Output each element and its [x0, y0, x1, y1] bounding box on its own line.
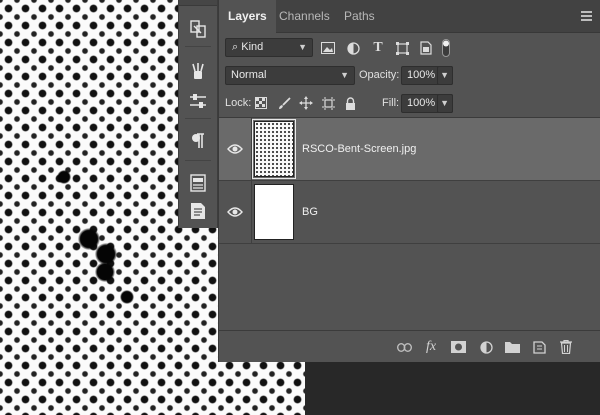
search-icon: ⌕ [232, 41, 239, 53]
lock-row: Lock: Fill: 100% ▼ [219, 90, 600, 118]
fill-value: 100% [407, 97, 436, 109]
visibility-eye-icon[interactable] [227, 206, 243, 218]
layer-name[interactable]: RSCO-Bent-Screen.jpg [302, 143, 416, 155]
image-filter-icon[interactable] [320, 40, 336, 56]
panel-menu-icon[interactable] [581, 11, 592, 21]
shape-filter-icon[interactable] [394, 40, 410, 56]
notes-icon[interactable] [187, 200, 209, 222]
panel-tab-bar: Layers Channels Paths [219, 0, 600, 34]
chevron-down-icon: ▼ [440, 98, 449, 108]
new-layer-icon[interactable] [531, 339, 547, 355]
filter-row: ⌕ Kind ▼ T [219, 36, 600, 64]
layer-thumbnail [252, 119, 296, 179]
delete-layer-icon[interactable] [558, 339, 574, 355]
opacity-value: 100% [407, 69, 436, 81]
filter-kind-label: Kind [241, 41, 264, 53]
halftone-dot [57, 170, 71, 184]
blend-row: Normal ▼ Opacity: 100% ▼ [219, 64, 600, 92]
layer-name[interactable]: BG [302, 206, 318, 218]
chevron-down-icon: ▼ [440, 70, 449, 80]
brush-presets-icon[interactable] [187, 60, 209, 82]
filter-toggle-icon[interactable] [441, 38, 451, 58]
halftone-dot [120, 290, 134, 304]
add-mask-icon[interactable] [450, 339, 466, 355]
workspace-background [305, 362, 600, 415]
swap-panels-icon[interactable] [187, 18, 209, 40]
fill-label: Fill: [382, 97, 400, 109]
opacity-label: Opacity: [359, 69, 400, 81]
lock-all-icon[interactable] [342, 95, 358, 111]
strip-grip[interactable] [179, 0, 217, 6]
tab-channels[interactable]: Channels [270, 0, 339, 33]
layers-bottom-bar: fx [219, 330, 600, 362]
chevron-down-icon: ▼ [298, 42, 307, 52]
layer-list: RSCO-Bent-Screen.jpg BG [219, 117, 600, 330]
layers-panel: Layers Channels Paths ⌕ Kind ▼ T Normal [218, 0, 600, 362]
layer-row-bg[interactable]: BG [219, 181, 600, 244]
smart-object-filter-icon[interactable] [418, 40, 434, 56]
lock-transparent-icon[interactable] [253, 95, 269, 111]
panel-tool-strip [178, 0, 218, 228]
strip-divider [185, 46, 211, 47]
group-folder-icon[interactable] [504, 339, 520, 355]
paragraph-icon[interactable] [187, 130, 209, 152]
halftone-dot [95, 262, 115, 282]
link-layers-icon[interactable] [396, 339, 412, 355]
fx-label: fx [425, 339, 437, 354]
type-filter-icon[interactable]: T [370, 40, 386, 56]
layer-row-rsco[interactable]: RSCO-Bent-Screen.jpg [219, 118, 600, 181]
adjustment-filter-icon[interactable] [345, 40, 361, 56]
fx-icon[interactable]: fx [423, 339, 439, 355]
character-style-icon[interactable] [187, 172, 209, 194]
visibility-column-divider [251, 118, 252, 180]
chevron-down-icon: ▼ [340, 70, 349, 80]
layer-thumbnail [254, 184, 294, 240]
tab-paths[interactable]: Paths [335, 0, 384, 33]
adjust-sliders-icon[interactable] [187, 90, 209, 112]
blend-mode-value: Normal [231, 69, 267, 81]
fill-dropdown[interactable]: ▼ [437, 94, 453, 113]
visibility-column-divider [251, 181, 252, 243]
filter-kind-select[interactable]: ⌕ Kind ▼ [225, 38, 313, 57]
blend-mode-select[interactable]: Normal ▼ [225, 66, 355, 85]
visibility-eye-icon[interactable] [227, 143, 243, 155]
opacity-dropdown[interactable]: ▼ [437, 66, 453, 85]
adjustment-layer-icon[interactable] [478, 339, 494, 355]
lock-position-move-icon[interactable] [298, 95, 314, 111]
strip-divider [185, 160, 211, 161]
lock-artboard-icon[interactable] [320, 95, 336, 111]
strip-divider [185, 118, 211, 119]
lock-label: Lock: [225, 97, 252, 109]
lock-pixels-brush-icon[interactable] [276, 95, 292, 111]
tab-layers[interactable]: Layers [219, 0, 276, 34]
